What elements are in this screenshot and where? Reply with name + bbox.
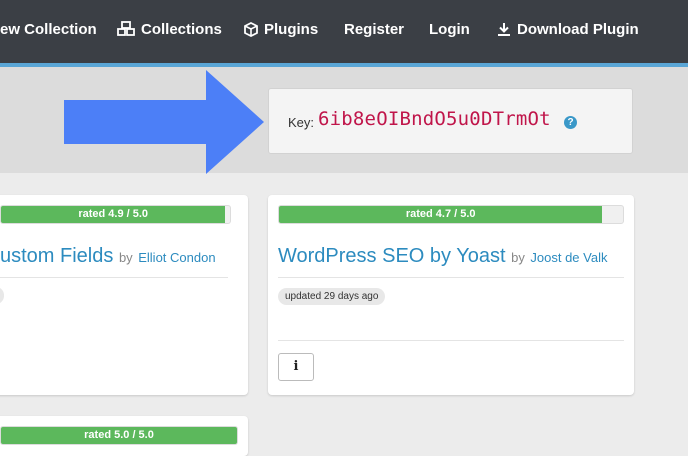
updated-badge (0, 287, 4, 304)
key-value[interactable]: 6ib8eOIBndO5u0DTrmOt (318, 108, 551, 130)
download-icon (497, 22, 511, 37)
rating-text: rated 4.7 / 5.0 (405, 208, 476, 220)
plugin-by: by (511, 250, 525, 265)
pointer-arrow-icon (64, 70, 264, 174)
rating-bar: rated 4.9 / 5.0 (0, 205, 231, 224)
plugin-title: WordPress SEO by Yoast by Joost de Valk (278, 245, 607, 268)
info-button[interactable]: i (278, 353, 314, 381)
top-navbar: ew Collection Collections Plugins Regist… (0, 0, 688, 63)
cube-icon (244, 21, 258, 37)
plugin-title-link[interactable]: WordPress SEO by Yoast (278, 245, 506, 267)
cubes-icon (117, 21, 135, 37)
key-panel: Key: 6ib8eOIBndO5u0DTrmOt ? (268, 88, 633, 154)
rating-text: rated 5.0 / 5.0 (84, 429, 154, 441)
plugin-title: ustom Fields by Elliot Condon (0, 245, 216, 268)
nav-login-label: Login (429, 20, 470, 38)
nav-new-collection-label: ew Collection (0, 20, 97, 38)
nav-collections[interactable]: Collections (117, 19, 222, 39)
card-divider (278, 340, 624, 341)
card-divider (0, 277, 228, 278)
updated-badge: updated 29 days ago (278, 288, 386, 305)
plugin-card-yoast: rated 4.7 / 5.0 WordPress SEO by Yoast b… (268, 195, 634, 395)
nav-login[interactable]: Login (429, 19, 470, 39)
nav-download-plugin-label: Download Plugin (517, 20, 639, 38)
card-divider (278, 277, 624, 278)
plugin-card-third: rated 5.0 / 5.0 (0, 416, 248, 456)
nav-plugins-label: Plugins (264, 20, 319, 38)
plugin-title-link[interactable]: ustom Fields (0, 245, 113, 267)
plugin-card-acf: rated 4.9 / 5.0 ustom Fields by Elliot C… (0, 195, 248, 395)
rating-bar: rated 4.7 / 5.0 (278, 205, 624, 224)
nav-register-label: Register (344, 20, 405, 38)
nav-download-plugin[interactable]: Download Plugin (497, 19, 639, 39)
nav-register[interactable]: Register (344, 19, 404, 39)
help-icon[interactable]: ? (564, 116, 577, 129)
rating-bar: rated 5.0 / 5.0 (0, 426, 238, 445)
plugin-author-link[interactable]: Joost de Valk (530, 250, 607, 265)
key-label: Key: (288, 115, 315, 130)
plugin-author-link[interactable]: Elliot Condon (138, 250, 215, 265)
nav-collections-label: Collections (141, 20, 222, 38)
plugin-by: by (118, 250, 133, 265)
rating-text: rated 4.9 / 5.0 (78, 208, 149, 220)
nav-plugins[interactable]: Plugins (244, 19, 318, 39)
nav-new-collection[interactable]: ew Collection (0, 19, 97, 39)
